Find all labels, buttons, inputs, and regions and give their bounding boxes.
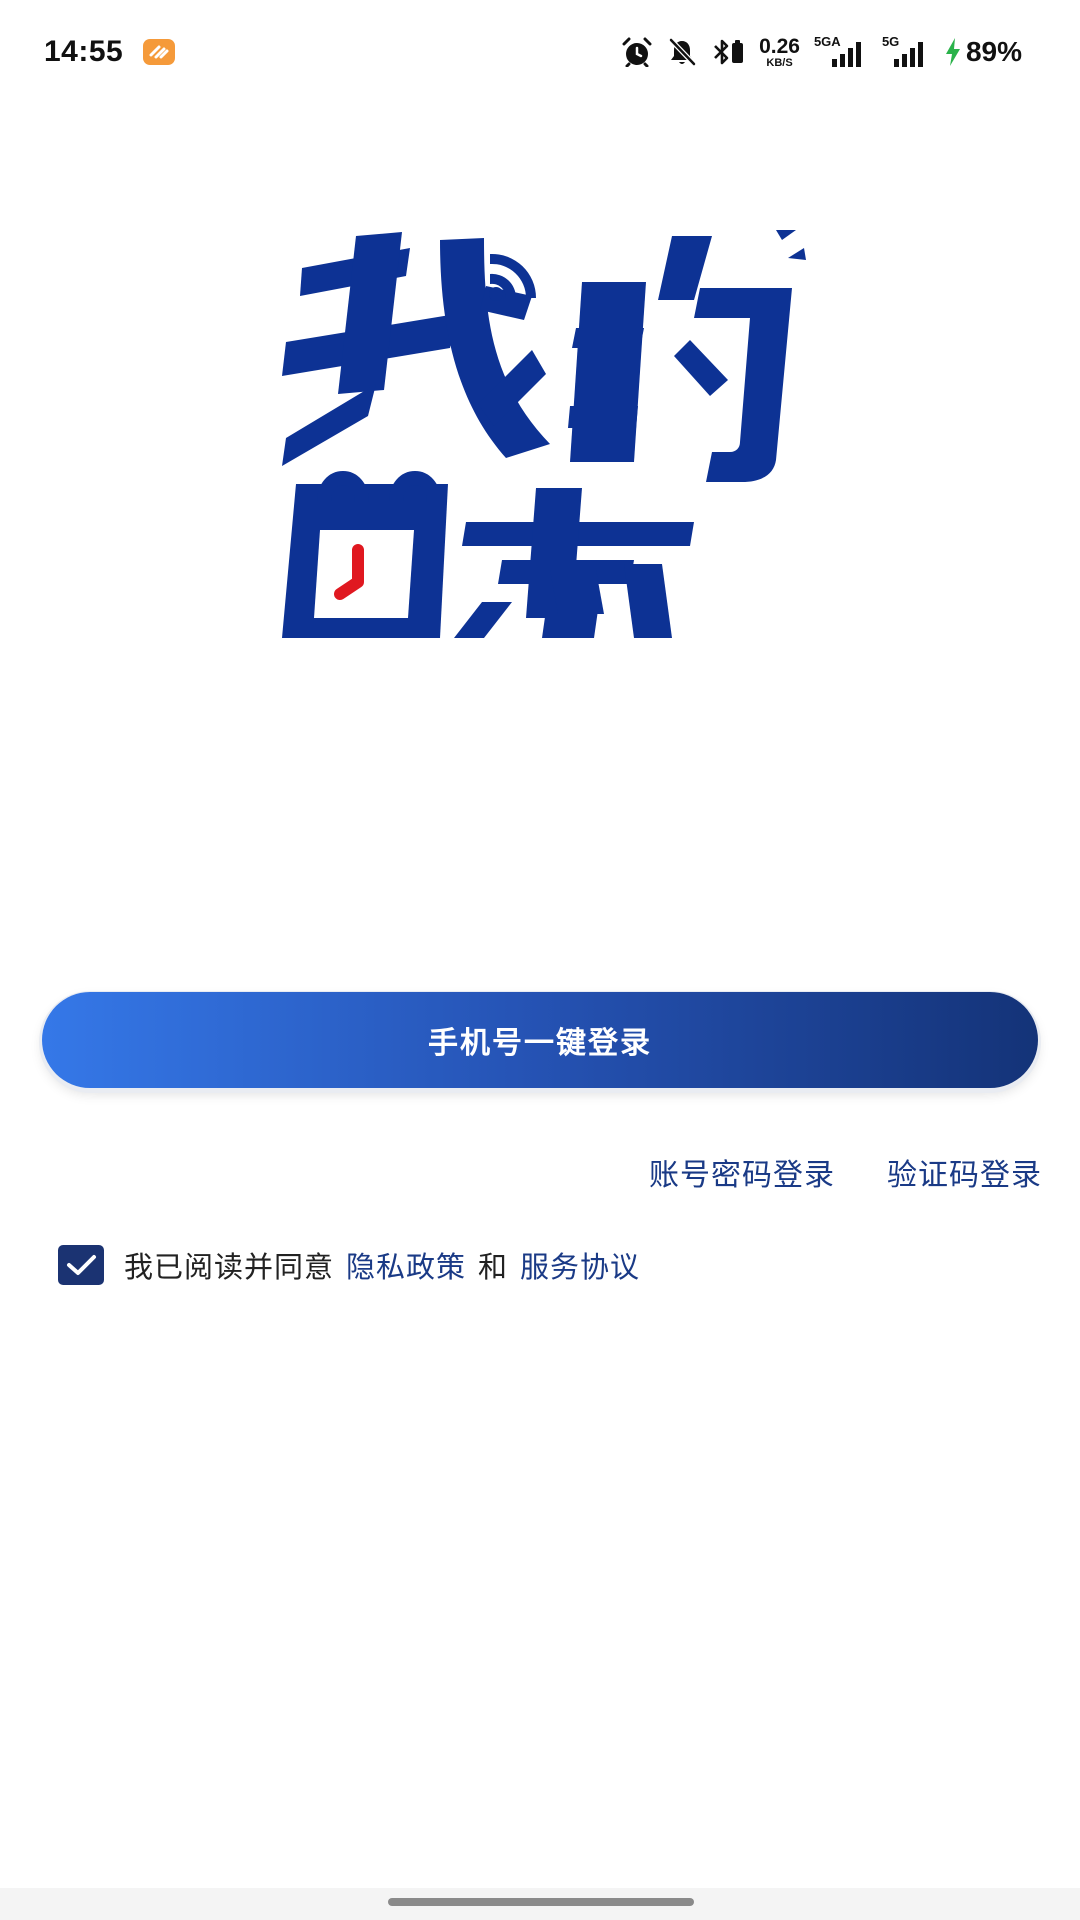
code-login-link[interactable]: 验证码登录 — [887, 1150, 1042, 1194]
charging-bolt-icon — [945, 38, 960, 66]
bluetooth-icon — [711, 37, 745, 67]
alt-login-links: 账号密码登录 验证码登录 — [649, 1150, 1042, 1194]
status-time: 14:55 — [44, 35, 124, 68]
battery: 89% — [944, 36, 1022, 68]
home-indicator[interactable] — [388, 1898, 694, 1906]
privacy-policy-link[interactable]: 隐私政策 — [346, 1244, 466, 1286]
sim2-label: 5G — [881, 34, 900, 49]
sim1-label: 5GA — [813, 34, 841, 49]
net-speed: 0.26 KB/S — [759, 36, 800, 69]
alarm-icon — [621, 37, 653, 67]
sim2-signal: 5G — [881, 34, 930, 67]
net-speed-value: 0.26 — [759, 34, 800, 58]
password-login-link[interactable]: 账号密码登录 — [649, 1150, 835, 1194]
agreement-prefix: 我已阅读并同意 — [124, 1250, 335, 1284]
status-right: 0.26 KB/S 5GA 5G 89% — [621, 34, 1022, 69]
check-icon — [67, 1255, 96, 1275]
net-speed-unit: KB/S — [766, 56, 793, 69]
service-agreement-link[interactable]: 服务协议 — [520, 1244, 640, 1286]
status-bar: 14:55 0.26 KB/S 5GA 5G 89% — [0, 0, 1080, 104]
bell-muted-icon — [667, 37, 697, 67]
battery-level: 89% — [965, 36, 1022, 67]
sim1-signal: 5GA — [813, 34, 868, 67]
app-notification-icon — [143, 39, 176, 65]
agreement-row: 我已阅读并同意 隐私政策 和 服务协议 — [58, 1244, 652, 1286]
status-left: 14:55 — [44, 35, 176, 69]
agreement-checkbox[interactable] — [58, 1245, 104, 1285]
one-click-login-button[interactable]: 手机号一键登录 — [42, 992, 1038, 1088]
agreement-joiner: 和 — [478, 1250, 509, 1284]
app-logo — [282, 230, 806, 638]
